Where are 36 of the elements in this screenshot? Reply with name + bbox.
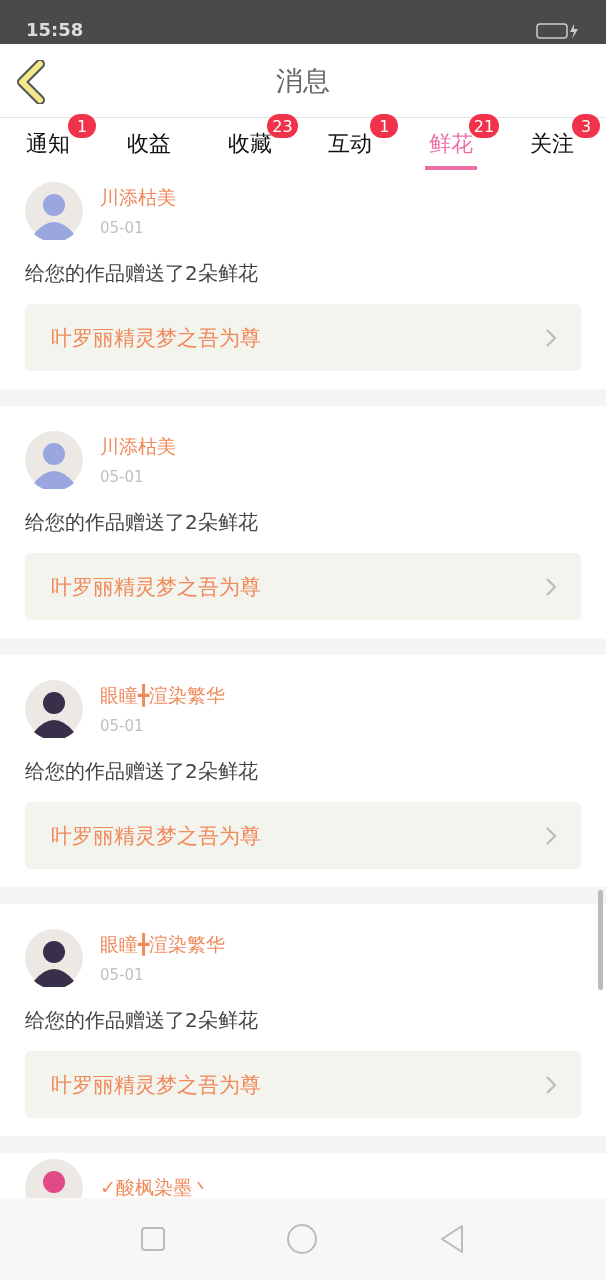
- avatar: [25, 182, 83, 240]
- count-badge: 1: [370, 114, 399, 138]
- user-name[interactable]: 川添枯美: [100, 434, 176, 460]
- message-date: 05-01: [100, 966, 145, 984]
- user-name[interactable]: 川添枯美: [100, 185, 176, 211]
- home-button[interactable]: [286, 1223, 318, 1255]
- back-button[interactable]: [16, 60, 48, 104]
- avatar: [25, 431, 83, 489]
- chevron-right-icon: [545, 576, 557, 597]
- user-name[interactable]: 眼瞳╋渲染繁华: [100, 932, 226, 958]
- user-name[interactable]: ✓酸枫染墨丶: [100, 1175, 211, 1198]
- chevron-right-icon: [545, 1074, 557, 1095]
- work-link[interactable]: 叶罗丽精灵梦之吾为尊: [25, 1051, 581, 1118]
- status-time: 15:58: [26, 19, 84, 40]
- message-text: 给您的作品赠送了2朵鲜花: [25, 260, 259, 287]
- chevron-right-icon: [545, 825, 557, 846]
- message-text: 给您的作品赠送了2朵鲜花: [25, 758, 259, 785]
- count-badge: 1: [68, 114, 96, 138]
- message-text: 给您的作品赠送了2朵鲜花: [25, 509, 259, 536]
- back-nav-button[interactable]: [438, 1223, 466, 1255]
- count-badge: 3: [572, 114, 600, 138]
- battery-icon: [536, 22, 580, 40]
- chevron-right-icon: [545, 327, 557, 348]
- page-title: 消息: [276, 63, 330, 98]
- work-link[interactable]: 叶罗丽精灵梦之吾为尊: [25, 304, 581, 371]
- tab[interactable]: 收益: [122, 118, 175, 170]
- avatar: [25, 680, 83, 738]
- user-name[interactable]: 眼瞳╋渲染繁华: [100, 683, 226, 709]
- message-date: 05-01: [100, 468, 145, 486]
- work-link[interactable]: 叶罗丽精灵梦之吾为尊: [25, 553, 581, 620]
- message-date: 05-01: [100, 219, 145, 237]
- work-link[interactable]: 叶罗丽精灵梦之吾为尊: [25, 802, 581, 869]
- message-date: 05-01: [100, 717, 145, 735]
- avatar: [25, 929, 83, 987]
- recents-button[interactable]: [140, 1226, 166, 1252]
- message-text: 给您的作品赠送了2朵鲜花: [25, 1007, 259, 1034]
